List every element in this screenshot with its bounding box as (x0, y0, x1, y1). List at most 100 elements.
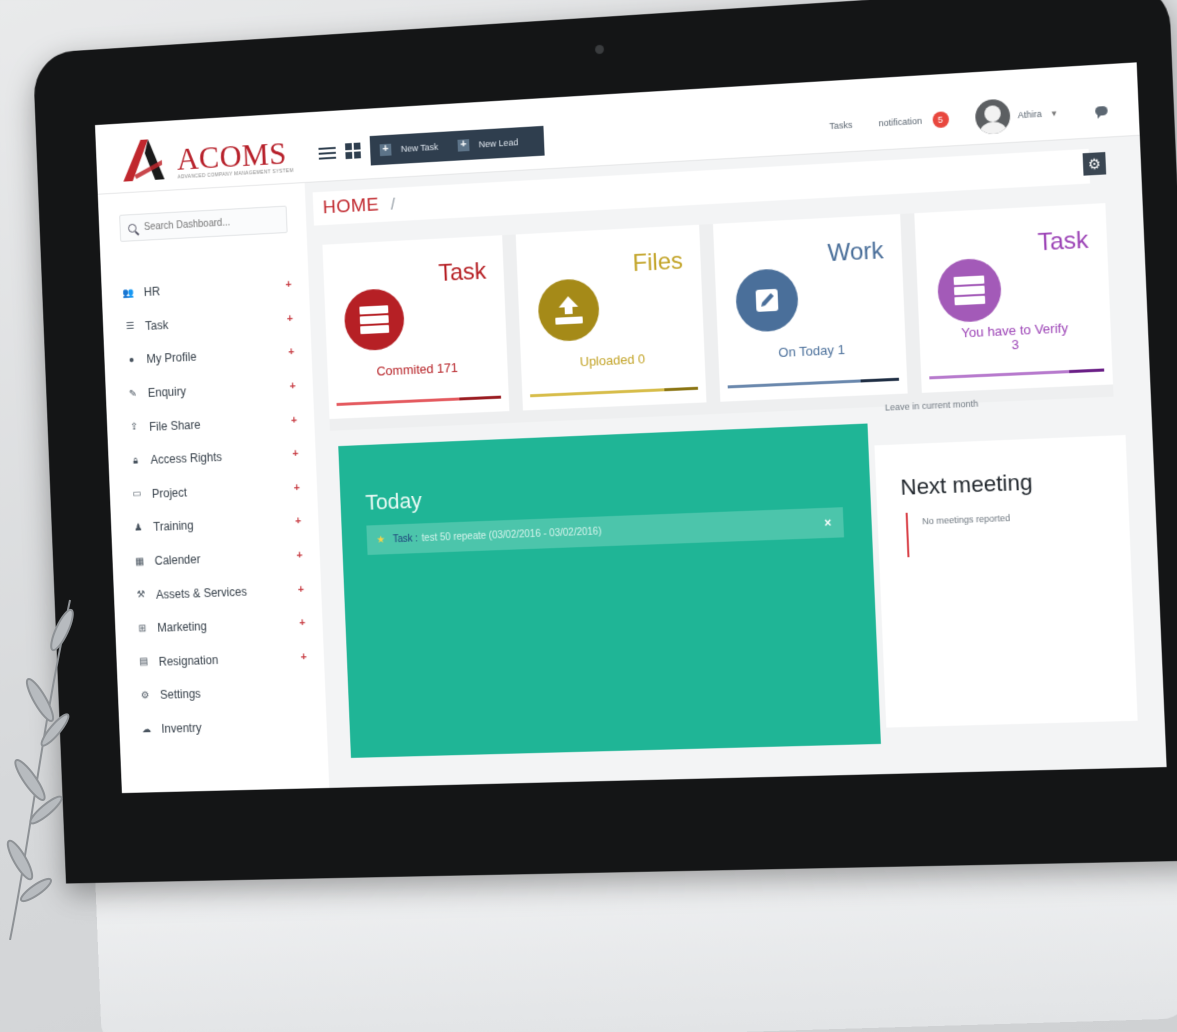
expand-plus-icon[interactable]: + (287, 313, 294, 325)
sidebar-item-label: Project (151, 485, 188, 501)
notification-badge: 5 (931, 111, 949, 129)
sidebar-item-inventry[interactable]: ☁ Inventry (119, 707, 328, 747)
task-key: Task : (392, 532, 419, 545)
breadcrumb-separator: / (390, 194, 396, 214)
lock-icon: 🔒︎ (132, 455, 139, 467)
today-panel: Today ★ Task : test 50 repeate (03/02/20… (338, 423, 881, 758)
card-text: Commited 171 (376, 360, 459, 379)
files-uploaded-card[interactable]: Files Uploaded 0 (515, 224, 707, 411)
expand-plus-icon[interactable]: + (288, 347, 295, 359)
card-title: Task (437, 257, 487, 287)
new-task-button[interactable]: + New Task (370, 132, 449, 166)
leave-panel: Leave in current month (872, 374, 1126, 446)
breadcrumb-home[interactable]: HOME (322, 195, 379, 220)
search-icon (127, 223, 137, 233)
caret-down-icon: ▼ (1049, 108, 1059, 118)
upload-icon (537, 277, 601, 343)
camera-dot (594, 44, 605, 55)
new-lead-button[interactable]: + New Lead (447, 127, 528, 161)
meeting-heading: Next meeting (899, 469, 1033, 500)
today-heading: Today (364, 487, 423, 515)
sidebar-item-label: File Share (148, 417, 201, 434)
gear-icon: ⚙ (140, 690, 150, 702)
list-icon: ☰ (125, 321, 135, 333)
card-title: Task (1037, 226, 1089, 257)
sidebar-item-label: Settings (159, 687, 202, 703)
expand-plus-icon[interactable]: + (300, 651, 307, 663)
sidebar-item-label: My Profile (146, 350, 197, 367)
quick-action-bar: + New Task + New Lead (369, 125, 545, 166)
share-icon: ⇪ (130, 421, 139, 433)
expand-plus-icon[interactable]: + (299, 617, 306, 629)
sidebar-item-label: Access Rights (150, 450, 223, 468)
top-right-menu: Tasks notification 5 Athira ▼ (829, 93, 1109, 144)
new-task-label: New Task (400, 141, 439, 154)
card-title: Work (827, 237, 885, 268)
expand-plus-icon[interactable]: + (289, 380, 296, 392)
sidebar-item-label: Inventry (161, 720, 202, 736)
expand-plus-icon[interactable]: + (296, 550, 303, 562)
cloud-icon: ☁ (141, 723, 152, 735)
user-icon: ● (128, 354, 135, 366)
logo-mark-icon (121, 138, 165, 182)
users-icon: 👥 (122, 287, 135, 299)
acoms-logo[interactable]: ACOMS ADVANCED COMPANY MANAGEMENT SYSTEM (120, 127, 294, 184)
edit-icon: ✎ (128, 388, 138, 400)
sidebar-item-label: Training (153, 519, 194, 535)
expand-plus-icon[interactable]: + (285, 279, 292, 291)
card-text: On Today 1 (778, 341, 846, 361)
expand-plus-icon[interactable]: + (292, 448, 299, 460)
folder-icon: ▭ (132, 488, 142, 500)
card-title: Files (632, 247, 684, 278)
grid-view-icon[interactable] (345, 142, 363, 160)
sidebar-item-label: Task (144, 318, 169, 333)
today-task-item[interactable]: ★ Task : test 50 repeate (03/02/2016 - 0… (366, 507, 845, 555)
sitemap-icon: ⊞ (138, 623, 147, 635)
meeting-empty-note: No meetings reported (905, 504, 1131, 558)
card-text: You have to Verify 3 (961, 320, 1069, 353)
close-icon[interactable]: × (824, 516, 832, 530)
task-text: test 50 repeate (03/02/2016 - 03/02/2016… (421, 525, 602, 544)
plus-icon: + (379, 143, 392, 157)
sidebar-item-label: Calender (154, 552, 201, 568)
notification-label: notification (878, 115, 923, 129)
expand-plus-icon[interactable]: + (294, 482, 301, 494)
expand-plus-icon[interactable]: + (291, 414, 298, 426)
user-menu[interactable]: Athira ▼ (974, 96, 1059, 135)
tasks-link[interactable]: Tasks (829, 120, 853, 131)
plus-icon: + (457, 138, 470, 152)
card-underline (336, 395, 502, 406)
card-underline (530, 386, 699, 398)
card-text: Uploaded 0 (579, 351, 646, 370)
search-box[interactable] (119, 205, 288, 242)
search-input[interactable] (143, 214, 276, 233)
calendar-icon: ▦ (135, 556, 145, 568)
training-icon: ♟ (133, 522, 143, 534)
sidebar-item-label: Assets & Services (155, 584, 248, 602)
plant-decoration (6, 599, 74, 940)
leave-label: Leave in current month (884, 398, 979, 413)
task-verify-card[interactable]: Task You have to Verify 3 (914, 203, 1114, 393)
star-icon: ★ (376, 534, 386, 546)
server-icon (936, 257, 1003, 324)
server-icon (343, 287, 406, 352)
hamburger-menu-icon[interactable] (318, 144, 337, 161)
chat-icon[interactable] (1095, 105, 1108, 116)
expand-plus-icon[interactable]: + (295, 516, 302, 528)
sidebar-item-label: Resignation (158, 653, 219, 669)
new-lead-label: New Lead (478, 137, 519, 150)
sidebar-item-label: Marketing (157, 619, 208, 635)
pencil-icon (734, 267, 800, 333)
expand-plus-icon[interactable]: + (298, 583, 305, 595)
avatar (974, 98, 1011, 135)
user-name: Athira (1017, 108, 1043, 121)
dashboard-screen: ACOMS ADVANCED COMPANY MANAGEMENT SYSTEM… (95, 62, 1167, 794)
next-meeting-panel: Next meeting No meetings reported (874, 434, 1138, 728)
main-content: HOME / ⚙ Task Commited 171 Files Uploade… (305, 136, 1167, 788)
settings-gear-icon[interactable]: ⚙ (1082, 152, 1107, 176)
task-committed-card[interactable]: Task Commited 171 (322, 235, 510, 420)
sidebar-nav: 👥 HR + ☰ Task + ● My Profile + ✎ Enquiry (101, 267, 327, 747)
monitor-frame: ACOMS ADVANCED COMPANY MANAGEMENT SYSTEM… (32, 0, 1177, 884)
notification-menu[interactable]: notification 5 (878, 111, 949, 131)
work-today-card[interactable]: Work On Today 1 (712, 213, 908, 402)
